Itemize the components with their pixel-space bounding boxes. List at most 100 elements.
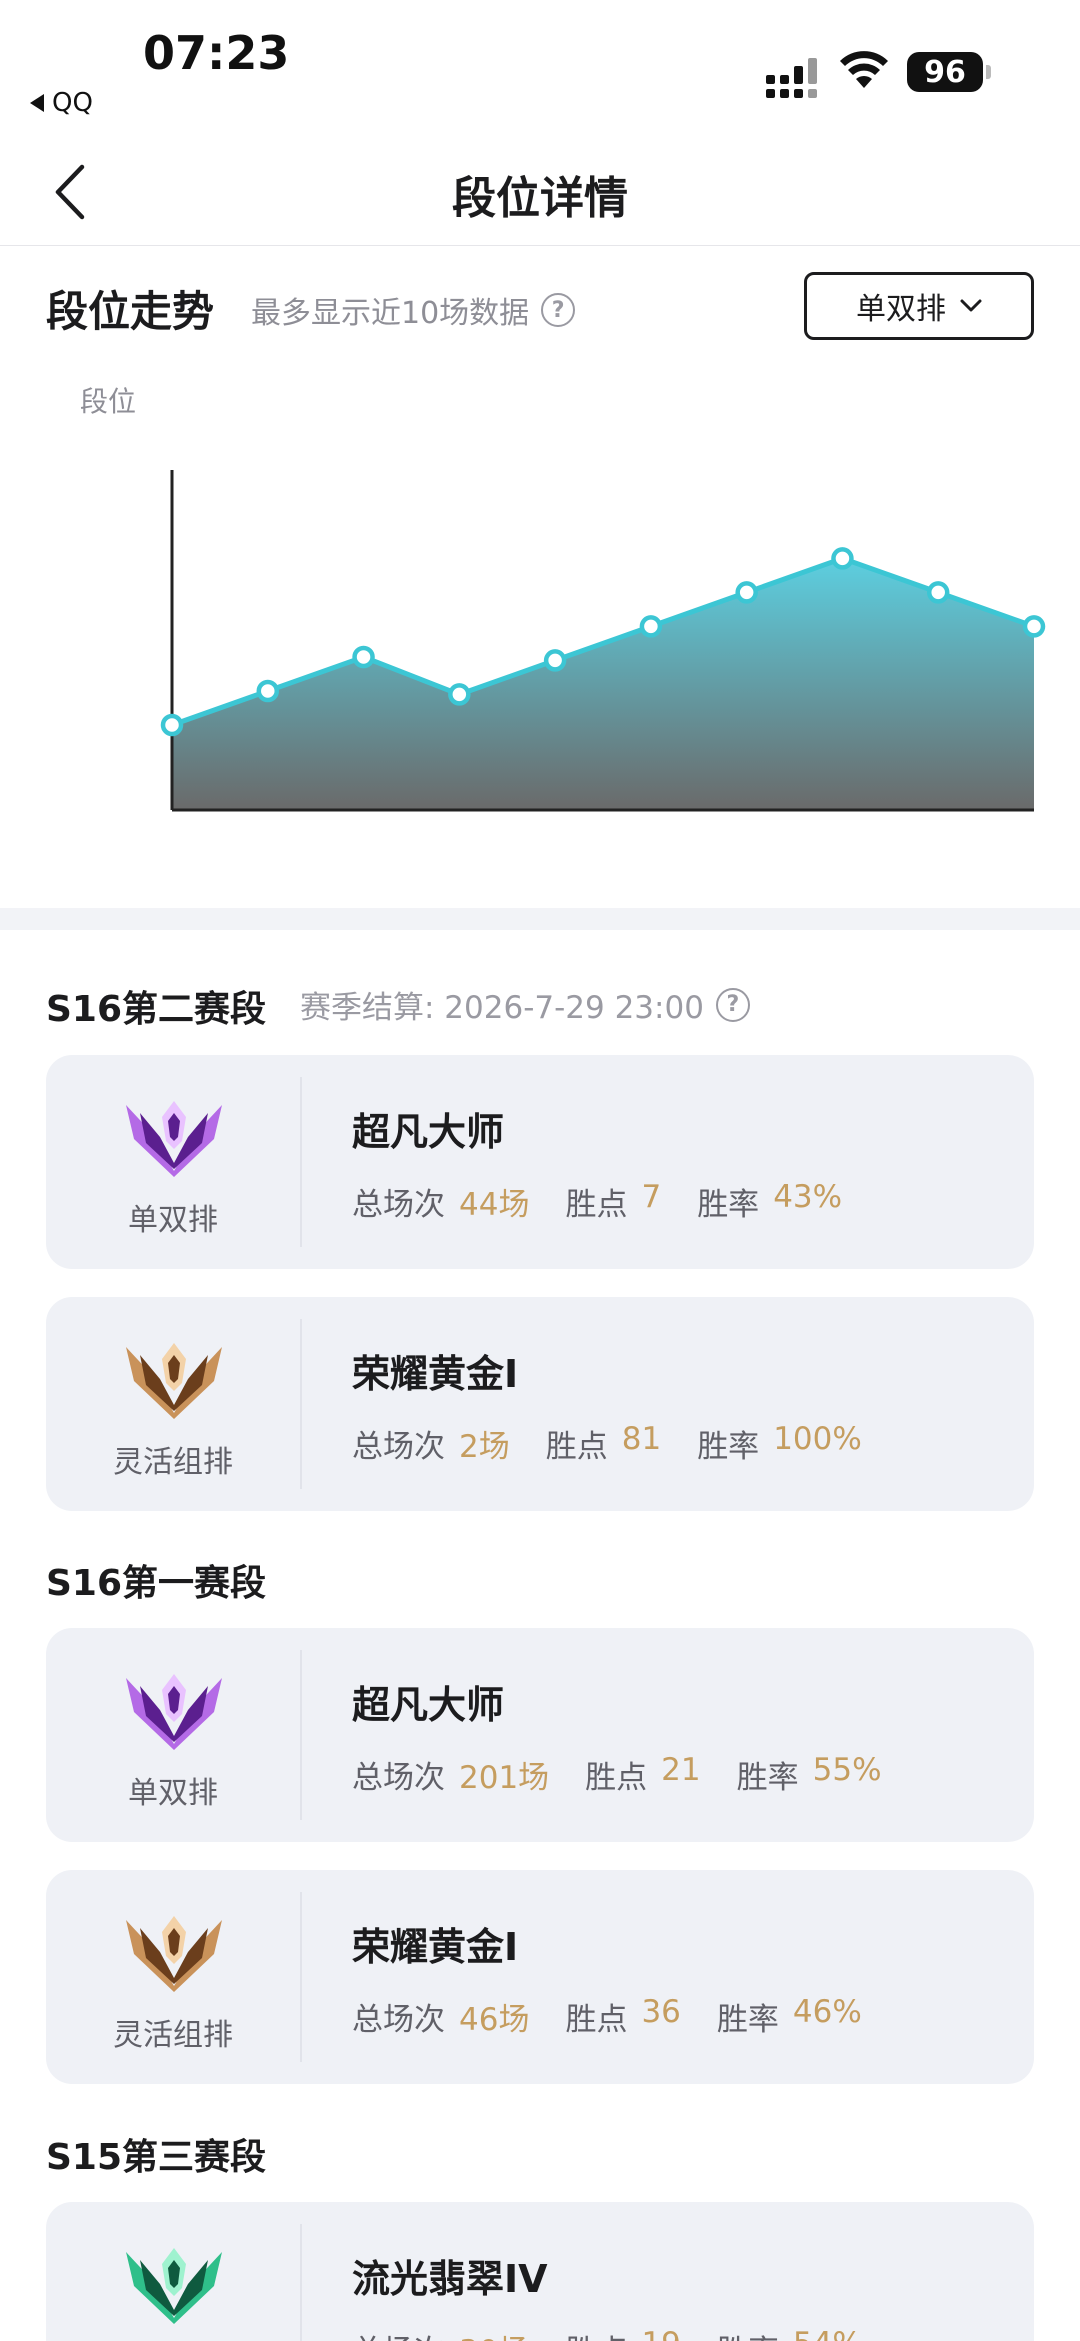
card-separator xyxy=(300,1892,302,2062)
stat-value: 19 xyxy=(641,2326,680,2341)
trend-subtitle-text: 最多显示近10场数据 xyxy=(251,296,530,331)
rank-name: 荣耀黄金I xyxy=(352,1925,519,1969)
chart-data-point[interactable] xyxy=(831,547,854,570)
stat-label: 胜率 xyxy=(736,1760,799,1796)
wifi-icon xyxy=(840,51,888,88)
chart-data-point[interactable] xyxy=(160,713,184,737)
chart-data-point[interactable] xyxy=(639,615,663,638)
chart-data-point[interactable] xyxy=(448,683,471,706)
stat-value: 100% xyxy=(773,1421,862,1457)
queue-label: 灵活组排 xyxy=(113,1445,233,1480)
status-time: 07:23 xyxy=(143,26,290,80)
section-divider xyxy=(0,908,1080,930)
stat-league-points: 胜点 7 xyxy=(565,1179,661,1224)
master-purple-badge-icon xyxy=(126,1674,222,1750)
stat-label: 胜点 xyxy=(565,1187,628,1223)
rank-card[interactable]: 单双排 超凡大师 总场次 44场 胜点 7 胜率 43% xyxy=(46,1055,1034,1269)
season-settlement-note: 赛季结算: 2026-7-29 23:00? xyxy=(300,982,750,1027)
chart-data-point[interactable] xyxy=(543,649,567,672)
season-title: S16第二赛段 xyxy=(46,989,267,1030)
season-title: S16第一赛段 xyxy=(46,1563,267,1604)
chart-data-point[interactable] xyxy=(926,581,950,604)
help-icon[interactable]: ? xyxy=(541,293,576,327)
stat-win-rate: 胜率 46% xyxy=(717,1994,862,2039)
stat-win-rate: 胜率 55% xyxy=(737,1752,882,1797)
stat-total-games: 总场次 30场 xyxy=(352,2326,529,2341)
battery-level: 96 xyxy=(924,54,966,90)
queue-label: 灵活组排 xyxy=(113,2018,233,2053)
rank-card[interactable]: 流光翡翠IV 总场次 30场 胜点 19 胜率 54% xyxy=(46,2202,1034,2341)
status-bar: 07:23 QQ 96 xyxy=(0,0,1080,130)
card-separator xyxy=(300,2224,302,2341)
signal-icon xyxy=(766,58,817,98)
stat-win-rate: 胜率 100% xyxy=(697,1421,862,1466)
rank-card[interactable]: 单双排 超凡大师 总场次 201场 胜点 21 胜率 55% xyxy=(46,1628,1034,1842)
stat-value: 54% xyxy=(793,2326,862,2341)
rank-stats: 总场次 2场 胜点 81 胜率 100% xyxy=(352,1421,862,1466)
stat-win-rate: 胜率 43% xyxy=(697,1179,842,1224)
chart-data-point[interactable] xyxy=(256,679,280,703)
gold-bronze-badge-icon xyxy=(126,1343,222,1419)
rank-card[interactable]: 灵活组排 荣耀黄金I 总场次 46场 胜点 36 胜率 46% xyxy=(46,1870,1034,2084)
queue-mode-value: 单双排 xyxy=(856,292,946,327)
rank-card[interactable]: 灵活组排 荣耀黄金I 总场次 2场 胜点 81 胜率 100% xyxy=(46,1297,1034,1511)
page-title: 段位详情 xyxy=(452,173,628,224)
stat-league-points: 胜点 81 xyxy=(546,1421,661,1466)
rank-name: 超凡大师 xyxy=(352,1110,505,1154)
stat-total-games: 总场次 46场 xyxy=(352,1994,529,2039)
stat-value: 7 xyxy=(641,1179,662,1215)
stat-value: 30场 xyxy=(459,2326,529,2341)
stat-label: 胜点 xyxy=(545,1429,608,1465)
back-triangle-icon xyxy=(30,94,44,112)
stat-label: 总场次 xyxy=(352,2326,445,2341)
rank-card-badge-area: 单双排 xyxy=(46,1055,300,1269)
stat-label: 胜点 xyxy=(585,1760,648,1796)
stat-value: 55% xyxy=(812,1752,882,1788)
stat-value: 46% xyxy=(792,1994,862,2030)
stat-value: 81 xyxy=(621,1421,662,1457)
stat-label: 总场次 xyxy=(352,2002,445,2038)
stat-label: 总场次 xyxy=(352,1760,445,1796)
card-separator xyxy=(300,1319,302,1489)
stat-total-games: 总场次 44场 xyxy=(352,1179,529,1224)
stat-label: 胜率 xyxy=(717,2326,779,2341)
trend-title: 段位走势 xyxy=(46,287,215,336)
stat-label: 总场次 xyxy=(352,1429,445,1465)
season-title: S15第三赛段 xyxy=(46,2137,267,2178)
chart-data-point[interactable] xyxy=(1022,615,1046,638)
stat-label: 胜率 xyxy=(697,1187,760,1223)
rank-card-badge-area: 单双排 xyxy=(46,1628,300,1842)
queue-label: 单双排 xyxy=(128,1203,218,1238)
season-settlement-text: 赛季结算: 2026-7-29 23:00 xyxy=(300,990,704,1026)
rank-name: 流光翡翠IV xyxy=(352,2257,548,2301)
stat-win-rate: 胜率 54% xyxy=(717,2326,862,2341)
back-to-app-link[interactable]: QQ xyxy=(30,88,93,118)
chart-data-point[interactable] xyxy=(352,645,375,669)
stat-label: 总场次 xyxy=(352,1187,445,1223)
rank-stats: 总场次 44场 胜点 7 胜率 43% xyxy=(352,1179,842,1224)
card-separator xyxy=(300,1650,302,1820)
stat-label: 胜点 xyxy=(565,2326,627,2341)
help-icon[interactable]: ? xyxy=(715,987,750,1022)
stat-value: 36 xyxy=(641,1994,681,2030)
nav-bar: 段位详情 xyxy=(0,140,1080,246)
card-separator xyxy=(300,1077,302,1247)
rank-name: 超凡大师 xyxy=(352,1683,505,1727)
rank-card-badge-area xyxy=(46,2202,300,2341)
battery-icon: 96 xyxy=(907,52,991,92)
stat-value: 201场 xyxy=(459,1760,550,1796)
stat-value: 46场 xyxy=(459,2002,530,2038)
rank-card-badge-area: 灵活组排 xyxy=(46,1297,300,1511)
rank-stats: 总场次 201场 胜点 21 胜率 55% xyxy=(352,1752,882,1797)
stat-value: 44场 xyxy=(459,1187,530,1223)
stat-label: 胜率 xyxy=(697,1429,760,1465)
stat-value: 2场 xyxy=(459,1429,510,1465)
chart-y-axis-label: 段位 xyxy=(80,385,137,418)
rank-card-badge-area: 灵活组排 xyxy=(46,1870,300,2084)
queue-mode-dropdown[interactable]: 单双排 xyxy=(804,272,1034,340)
queue-label: 单双排 xyxy=(128,1776,218,1811)
chart-data-point[interactable] xyxy=(735,581,758,604)
stat-total-games: 总场次 201场 xyxy=(352,1752,549,1797)
trend-subtitle: 最多显示近10场数据 ? xyxy=(251,288,576,332)
stat-value: 21 xyxy=(661,1752,701,1788)
